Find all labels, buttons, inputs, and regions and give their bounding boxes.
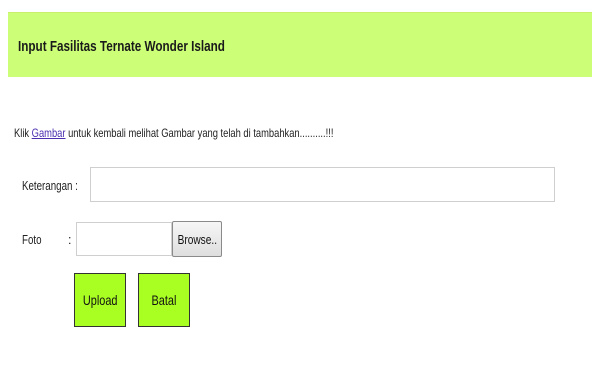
batal-button-label: Batal — [151, 292, 177, 308]
page-title-text: Input Fasilitas Ternate Wonder Island — [18, 38, 225, 55]
foto-colon: : — [68, 233, 71, 247]
page: Input Fasilitas Ternate Wonder Island Kl… — [0, 0, 592, 372]
browse-button[interactable]: Browse.. — [172, 221, 222, 257]
foto-label: Foto — [22, 233, 47, 247]
instruction-suffix: untuk kembali melihat Gambar yang telah … — [65, 126, 334, 140]
batal-button[interactable]: Batal — [138, 273, 190, 327]
instruction-line: Klik Gambar untuk kembali melihat Gambar… — [14, 126, 333, 140]
foto-label-text: Foto — [22, 233, 42, 247]
upload-button-label: Upload — [82, 292, 118, 308]
browse-button-label: Browse.. — [177, 231, 217, 247]
keterangan-label: Keterangan : — [22, 179, 94, 193]
upload-button[interactable]: Upload — [74, 273, 126, 327]
keterangan-label-text: Keterangan : — [22, 179, 78, 193]
page-title: Input Fasilitas Ternate Wonder Island — [18, 38, 283, 55]
foto-colon-text: : — [68, 233, 72, 247]
gambar-link[interactable]: Gambar — [32, 126, 66, 140]
keterangan-input[interactable] — [90, 167, 555, 202]
instruction-text: Klik Gambar untuk kembali melihat Gambar… — [14, 126, 424, 140]
page-header: Input Fasilitas Ternate Wonder Island — [8, 12, 592, 77]
foto-file-input[interactable] — [76, 222, 172, 256]
instruction-prefix: Klik — [14, 126, 32, 140]
